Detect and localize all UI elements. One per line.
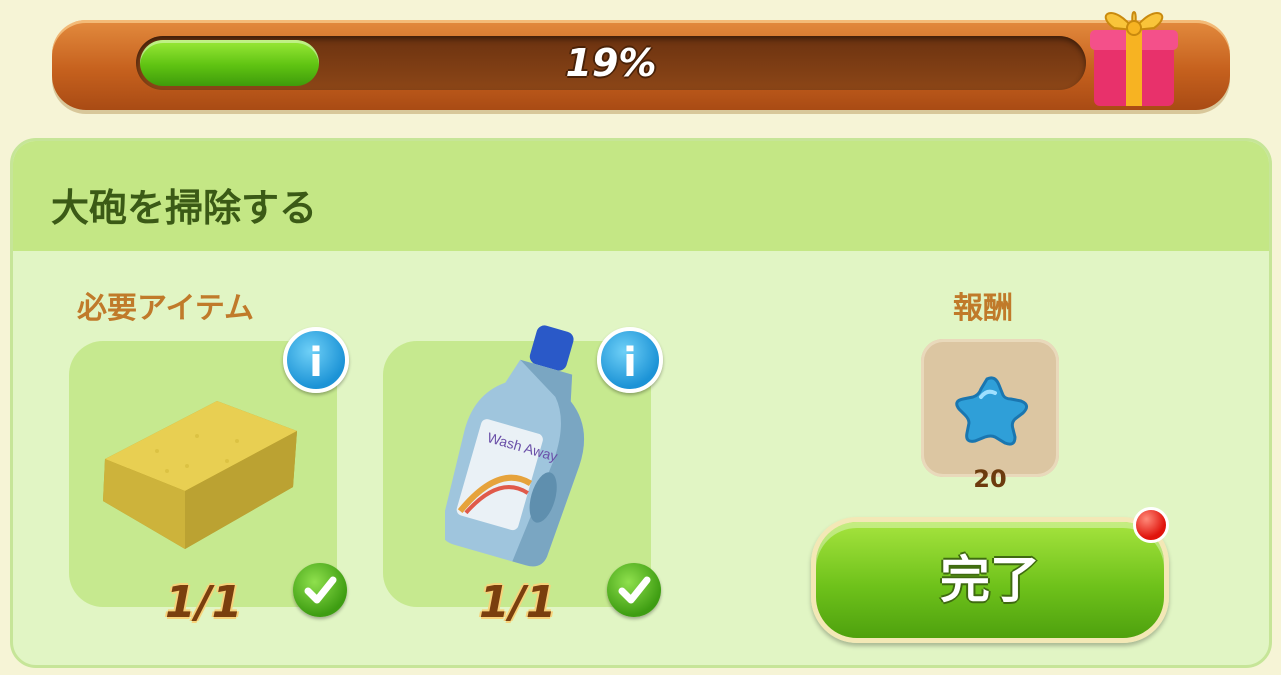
checkmark-icon: [607, 563, 661, 617]
task-header: 大砲を掃除する: [13, 141, 1269, 251]
detergent-bottle-icon: Wash Away: [445, 325, 584, 567]
item-count: 1/1: [479, 577, 557, 628]
progress-track: 19%: [136, 36, 1086, 90]
sponge-icon: [103, 401, 297, 549]
progress-bar-frame: 19%: [52, 20, 1230, 110]
complete-button[interactable]: 完了: [811, 517, 1169, 643]
required-item-slot-sponge[interactable]: i 1/1: [69, 327, 349, 628]
progress-percent: 19%: [565, 41, 657, 85]
reward-amount: 20: [973, 465, 1007, 493]
blue-star-icon: [955, 376, 1028, 446]
task-panel: 大砲を掃除する 必要アイテム i 1/1 Wash Away i 1/1 報酬 …: [10, 138, 1272, 668]
required-items-label: 必要アイテム: [77, 291, 254, 326]
required-item-slot-detergent[interactable]: Wash Away i 1/1: [383, 325, 663, 628]
task-title: 大砲を掃除する: [51, 186, 318, 230]
notification-dot: [1133, 507, 1169, 543]
gift-box-icon[interactable]: [1084, 0, 1184, 110]
item-count: 1/1: [165, 577, 243, 628]
reward-label: 報酬: [953, 291, 1013, 326]
info-button[interactable]: i: [283, 327, 349, 393]
info-button[interactable]: i: [597, 327, 663, 393]
checkmark-icon: [293, 563, 347, 617]
reward-slot[interactable]: [921, 339, 1059, 477]
